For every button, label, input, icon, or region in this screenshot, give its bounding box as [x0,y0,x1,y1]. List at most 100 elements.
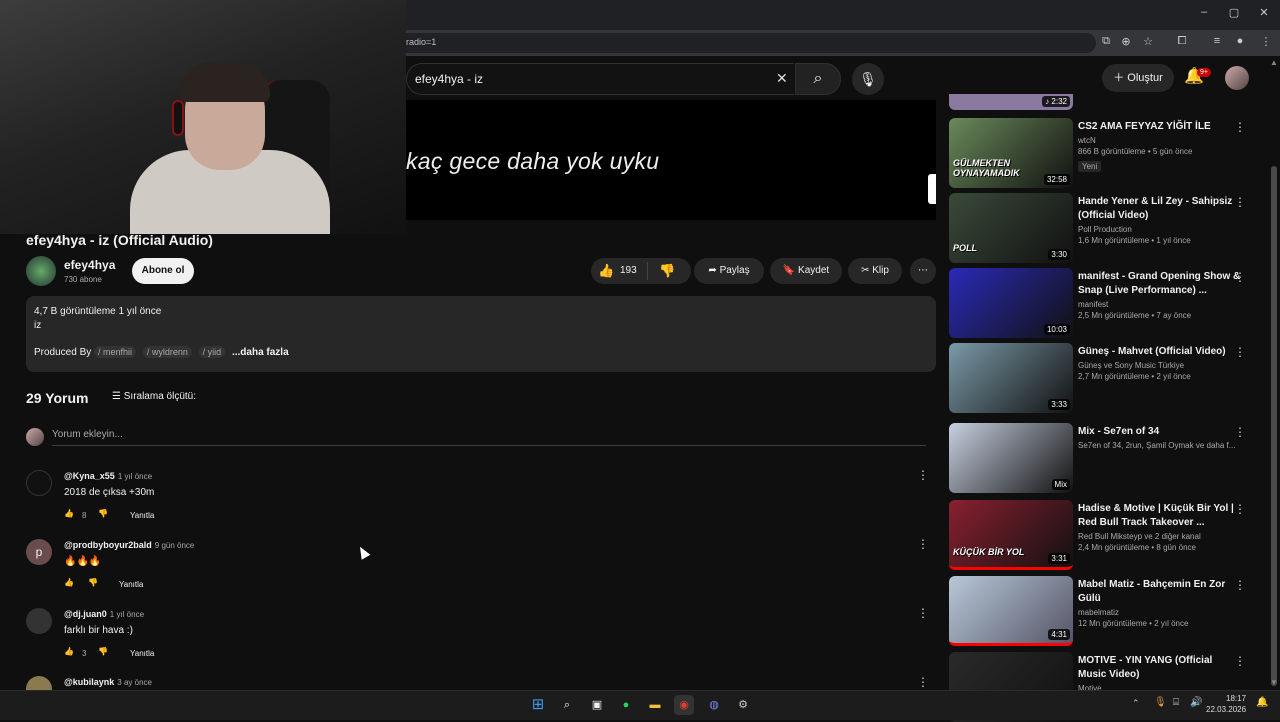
create-button[interactable]: ＋ Oluştur [1102,64,1174,92]
sidebar-menu-icon[interactable]: ⋮ [1234,578,1246,592]
clear-search-icon[interactable]: ✕ [776,70,788,87]
notification-center-icon[interactable]: 🔔 [1256,697,1268,708]
sidebar-menu-icon[interactable]: ⋮ [1234,270,1246,284]
scroll-up-arrow[interactable]: ▲ [1270,58,1278,67]
sidebar-thumbnail[interactable]: Mix [949,423,1073,493]
cast-icon[interactable]: ⧉ [1098,35,1114,48]
extensions-icon[interactable]: ⧠ [1174,35,1190,48]
sidebar-thumbnail[interactable]: ♪ 2:32 [949,94,1073,110]
browser-menu-icon[interactable]: ⋮ [1258,35,1274,48]
sidebar-video-title[interactable]: Mabel Matiz - Bahçemin En Zor Gülü [1078,578,1242,606]
sidebar-video-info[interactable]: CS2 AMA FEYYAZ YİĞİT İLE wtcN 866 B görünt… [1078,120,1242,174]
save-button[interactable]: 🔖 Kaydet [770,258,842,284]
close-window-button[interactable]: ✕ [1254,6,1274,19]
sidebar-channel-name[interactable]: Se7en of 34, 2run, Şamil Oymak ve daha f… [1078,441,1242,450]
sidebar-video-title[interactable]: Güneş - Mahvet (Official Video) [1078,345,1242,359]
sidebar-video-title[interactable]: Hande Yener & Lil Zey - Sahipsiz (Offici… [1078,195,1242,223]
sidebar-thumbnail[interactable]: 3:33 [949,343,1073,413]
sidebar-video-info[interactable]: Güneş - Mahvet (Official Video) Güneş ve … [1078,345,1242,381]
description-box[interactable]: 4,7 B görüntüleme 1 yıl önce iz Produced… [26,296,936,372]
sidebar-thumbnail[interactable]: 4:31 [949,576,1073,646]
sidebar-thumbnail[interactable]: POLL 3:30 [949,193,1073,263]
share-button[interactable]: ➦ Paylaş [694,258,764,284]
show-more-link[interactable]: ...daha fazla [232,347,289,358]
minimize-button[interactable]: – [1194,6,1214,18]
spotify-icon[interactable]: ● [616,695,636,715]
subscribe-button[interactable]: Abone ol [132,258,194,284]
task-view-icon[interactable]: ▣ [587,695,607,715]
comment-author[interactable]: @Kyna_x55 1 yıl önce [64,471,152,481]
comment-avatar[interactable] [26,470,52,496]
media-control-icon[interactable]: ≡ [1209,35,1225,47]
maximize-button[interactable]: ▢ [1224,6,1244,19]
comment-menu-icon[interactable]: ⋮ [917,675,929,689]
sidebar-video-title[interactable]: Hadise & Motive | Küçük Bir Yol | Red Bu… [1078,502,1242,530]
tray-chevron-icon[interactable]: ⌃ [1132,698,1140,709]
taskbar-clock[interactable]: 18:17 22.03.2026 [1206,693,1246,715]
sidebar-video-title[interactable]: Mix - Se7en of 34 [1078,425,1242,439]
channel-name[interactable]: efey4hya [64,258,115,272]
sidebar-channel-name[interactable]: mabelmatiz [1078,608,1242,617]
comment-like-icon[interactable]: 👍 [64,509,74,518]
comment-dislike-icon[interactable]: 👎 [98,647,108,656]
producer-link[interactable]: / menfhii [94,346,137,358]
sidebar-channel-name[interactable]: Red Bull Miksteyp ve 2 diğer kanal [1078,532,1242,541]
comment-menu-icon[interactable]: ⋮ [917,468,929,482]
more-actions-button[interactable]: ⋯ [910,258,936,284]
sidebar-menu-icon[interactable]: ⋮ [1234,345,1246,359]
reply-button[interactable]: Yanıtla [130,649,154,658]
sidebar-video-info[interactable]: Hadise & Motive | Küçük Bir Yol | Red Bu… [1078,502,1242,552]
sidebar-menu-icon[interactable]: ⋮ [1234,120,1246,134]
sidebar-menu-icon[interactable]: ⋮ [1234,654,1246,668]
producer-link[interactable]: / wyldrenn [142,346,192,358]
producer-link[interactable]: / yiid [198,346,226,358]
voice-search-button[interactable]: 🎙 [852,63,884,95]
volume-icon[interactable]: 🔊 [1190,697,1202,708]
windows-start-icon[interactable]: ⊞ [528,695,548,715]
settings-icon[interactable]: ⚙ [733,695,753,715]
sidebar-thumbnail[interactable]: 10:03 [949,268,1073,338]
comment-avatar[interactable] [26,608,52,634]
sidebar-video-info[interactable]: manifest - Grand Opening Show & Snap (Li… [1078,270,1242,320]
sidebar-channel-name[interactable]: Güneş ve Sony Music Türkiye [1078,361,1242,370]
zoom-icon[interactable]: ⊕ [1118,35,1134,48]
search-button[interactable]: ⌕ [795,63,841,95]
channel-avatar[interactable] [26,256,56,286]
taskbar-search-icon[interactable]: ⌕ [557,695,577,715]
sidebar-video-title[interactable]: MOTIVE - YIN YANG (Official Music Video) [1078,654,1242,682]
comment-author[interactable]: @prodbyboyur2bald 9 gün önce [64,540,194,550]
sidebar-thumbnail[interactable]: GÜLMEKTEN OYNAYAMADIK 32:58 [949,118,1073,188]
comment-dislike-icon[interactable]: 👎 [88,578,98,587]
player-side-handle[interactable] [928,174,936,204]
comment-like-icon[interactable]: 👍 [64,578,74,587]
comment-avatar[interactable]: p [26,539,52,565]
sidebar-video-info[interactable]: Mabel Matiz - Bahçemin En Zor Gülü mabelm… [1078,578,1242,628]
sidebar-video-info[interactable]: Mix - Se7en of 34 Se7en of 34, 2run, Şami… [1078,425,1242,450]
sidebar-video-info[interactable]: MOTIVE - YIN YANG (Official Music Video)… [1078,654,1242,693]
sort-comments-button[interactable]: ☰ Sıralama ölçütü: [112,391,196,402]
like-icon[interactable]: 👍 [598,263,614,279]
comment-avatar[interactable] [26,676,52,690]
sidebar-video-title[interactable]: manifest - Grand Opening Show & Snap (Li… [1078,270,1242,298]
profile-icon[interactable]: ● [1232,35,1248,47]
network-icon[interactable]: ⌸ [1173,697,1179,708]
sidebar-thumbnail[interactable]: KÜÇÜK BİR YOL 3:31 [949,500,1073,570]
comment-menu-icon[interactable]: ⋮ [917,606,929,620]
sidebar-video-info[interactable]: Hande Yener & Lil Zey - Sahipsiz (Offici… [1078,195,1242,245]
sidebar-menu-icon[interactable]: ⋮ [1234,195,1246,209]
sidebar-video-title[interactable]: CS2 AMA FEYYAZ YİĞİT İLE [1078,120,1242,134]
scroll-down-arrow[interactable]: ▼ [1270,678,1278,687]
comment-like-icon[interactable]: 👍 [64,647,74,656]
discord-icon[interactable]: ◍ [704,695,724,715]
clip-button[interactable]: ✂ Klip [848,258,902,284]
bookmark-star-icon[interactable]: ☆ [1140,35,1156,48]
sidebar-menu-icon[interactable]: ⋮ [1234,425,1246,439]
sidebar-menu-icon[interactable]: ⋮ [1234,502,1246,516]
tray-mic-icon[interactable]: 🎙 [1154,697,1167,708]
file-explorer-icon[interactable]: ▬ [645,695,665,715]
page-scrollbar-thumb[interactable] [1271,166,1277,686]
account-avatar[interactable] [1225,66,1249,90]
sidebar-channel-name[interactable]: wtcN [1078,136,1242,145]
comment-dislike-icon[interactable]: 👎 [98,509,108,518]
comment-menu-icon[interactable]: ⋮ [917,537,929,551]
